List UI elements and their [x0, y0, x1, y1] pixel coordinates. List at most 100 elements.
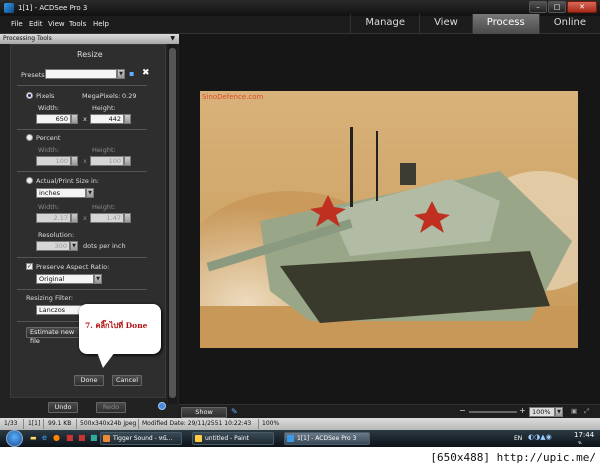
firefox-quicklaunch-icon[interactable]: ● — [53, 433, 60, 442]
paint-icon — [195, 435, 202, 442]
divider — [258, 419, 259, 429]
clock-day: จ. — [578, 440, 583, 446]
panel-header: Processing Tools ▼ — [0, 34, 179, 44]
done-button[interactable]: Done — [74, 375, 104, 386]
show-previous-button[interactable]: Show Previous — [181, 407, 227, 425]
zoom-out-icon[interactable]: − — [459, 406, 466, 415]
window-controls: – □ ✕ — [529, 1, 597, 13]
tools-icon[interactable]: ✎ — [231, 407, 238, 416]
collapse-arrow-icon[interactable]: ▼ — [170, 35, 175, 42]
actual-height-stepper[interactable] — [124, 213, 131, 223]
tab-manage[interactable]: Manage — [350, 14, 419, 34]
units-dropdown-arrow-icon[interactable]: ▼ — [86, 188, 94, 198]
menu-file[interactable]: File — [11, 20, 23, 28]
actual-size-radio[interactable] — [26, 177, 33, 184]
aspect-dropdown-arrow-icon[interactable]: ▼ — [94, 274, 102, 284]
resolution-input[interactable]: 300 — [36, 241, 70, 251]
tab-process[interactable]: Process — [471, 14, 539, 34]
delete-preset-icon[interactable]: ✖ — [142, 68, 150, 78]
taskbar-item-label: untitled - Paint — [205, 435, 249, 442]
minimize-button[interactable]: – — [529, 1, 547, 13]
pixels-height-label: Height: — [92, 104, 116, 112]
presets-label: Presets — [21, 71, 45, 79]
divider — [17, 289, 147, 290]
menu-view[interactable]: View — [48, 20, 65, 28]
percent-height-stepper[interactable] — [124, 156, 131, 166]
pixels-height-input[interactable]: 442 — [90, 114, 124, 124]
zoom-dropdown-arrow-icon[interactable]: ▼ — [555, 407, 563, 417]
resolution-dropdown-arrow-icon[interactable]: ▼ — [70, 241, 78, 251]
app-quicklaunch-icon[interactable]: ■ — [66, 433, 74, 442]
percent-width-input[interactable]: 100 — [36, 156, 71, 166]
taskbar-item-label: Tigger Sound - หน้... — [113, 435, 173, 442]
pixels-height-stepper[interactable] — [124, 114, 131, 124]
menu-tools[interactable]: Tools — [69, 20, 86, 28]
actual-height-input[interactable]: 1.47 — [90, 213, 124, 223]
actual-width-label: Width: — [38, 203, 60, 211]
presets-select[interactable] — [45, 69, 117, 79]
help-icon[interactable] — [158, 402, 166, 410]
preserve-aspect-label: Preserve Aspect Ratio: — [36, 263, 110, 271]
percent-radio[interactable] — [26, 134, 33, 141]
browser-icon — [103, 435, 110, 442]
menu-help[interactable]: Help — [93, 20, 109, 28]
scrollbar-thumb[interactable] — [169, 48, 176, 398]
tank-image — [200, 91, 578, 348]
times-sign: x — [83, 115, 87, 123]
status-filename: 1[1] — [28, 420, 41, 427]
ie-quicklaunch-icon[interactable]: e — [42, 433, 47, 442]
menu-edit[interactable]: Edit — [29, 20, 43, 28]
tab-view[interactable]: View — [419, 14, 472, 34]
fit-icon[interactable]: ▣ — [571, 407, 577, 415]
zoom-in-icon[interactable]: + — [519, 406, 526, 415]
undo-button[interactable]: Undo — [48, 402, 78, 413]
language-indicator[interactable]: EN — [514, 435, 522, 442]
close-button[interactable]: ✕ — [567, 1, 597, 13]
status-modified-date: Modified Date: 29/11/2551 10:22:43 — [142, 420, 252, 427]
panel-scrollbar[interactable] — [168, 44, 177, 404]
tray-icons[interactable]: ◐◑▲◉ — [528, 433, 552, 441]
tab-online[interactable]: Online — [538, 14, 600, 34]
percent-height-input[interactable]: 100 — [90, 156, 124, 166]
zoom-slider[interactable] — [469, 411, 517, 413]
pixels-width-input[interactable]: 650 — [36, 114, 71, 124]
redo-button[interactable]: Redo — [96, 402, 126, 413]
folder-quicklaunch-icon[interactable]: ▬ — [30, 434, 37, 442]
presets-dropdown-arrow-icon[interactable]: ▼ — [117, 69, 125, 79]
status-bar: 1/33 1[1] 99.1 KB 500x340x24b jpeg Modif… — [0, 418, 600, 430]
save-preset-icon[interactable]: ▪ — [129, 69, 134, 78]
clock-time: 17:44 — [574, 431, 595, 439]
actual-height-label: Height: — [92, 203, 116, 211]
zoom-select[interactable]: 100% — [529, 407, 555, 417]
taskbar-item-acdsee[interactable]: 1[1] - ACDSee Pro 3 — [284, 432, 370, 445]
app-quicklaunch-icon[interactable]: ■ — [90, 433, 98, 442]
start-button[interactable] — [6, 430, 23, 447]
pixels-radio[interactable] — [26, 92, 33, 99]
status-filesize: 99.1 KB — [48, 420, 72, 427]
divider — [43, 419, 44, 429]
acdsee-icon — [287, 435, 294, 442]
megapixels-label: MegaPixels: — [82, 92, 121, 100]
aspect-select[interactable]: Original — [36, 274, 94, 284]
actual-width-input[interactable]: 2.17 — [36, 213, 71, 223]
estimate-file-size-button[interactable]: Estimate new file — [26, 327, 86, 345]
viewer-toolbar: Show Previous ✎ − + 100% ▼ ▣ ⤢ — [179, 404, 600, 425]
units-select[interactable]: inches — [36, 188, 86, 198]
percent-width-stepper[interactable] — [71, 156, 78, 166]
filter-label: Resizing Filter: — [26, 294, 74, 302]
maximize-button[interactable]: □ — [548, 1, 566, 13]
preserve-aspect-checkbox[interactable]: ✓ — [26, 263, 33, 270]
taskbar-item-tigger-sound[interactable]: Tigger Sound - หน้... — [100, 432, 182, 445]
callout-text: 7. คลิ๊กไปที่ Done — [85, 321, 148, 330]
times-sign: x — [83, 157, 87, 165]
actual-width-stepper[interactable] — [71, 213, 78, 223]
times-sign: x — [83, 214, 87, 222]
taskbar-item-paint[interactable]: untitled - Paint — [192, 432, 274, 445]
cancel-button[interactable]: Cancel — [112, 375, 142, 386]
app-quicklaunch-icon[interactable]: ■ — [78, 433, 86, 442]
divider — [76, 419, 77, 429]
divider — [138, 419, 139, 429]
pixels-width-stepper[interactable] — [71, 114, 78, 124]
caption-strip: [650x488] http://upic.me/ — [0, 447, 600, 469]
fullscreen-icon[interactable]: ⤢ — [584, 407, 589, 416]
